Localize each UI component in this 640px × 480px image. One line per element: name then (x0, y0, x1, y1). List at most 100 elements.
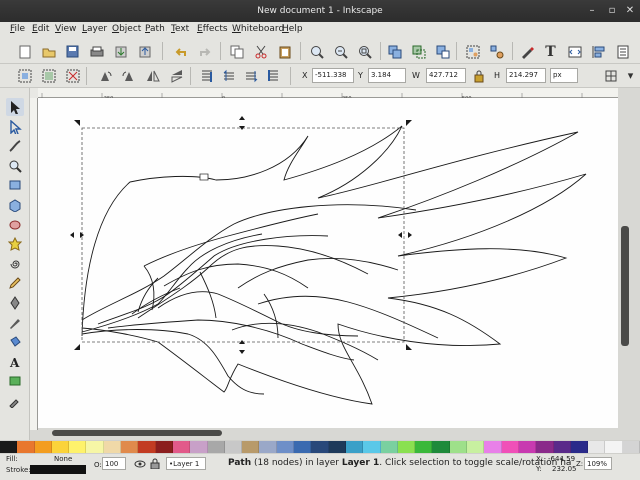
palette-swatch[interactable] (605, 441, 623, 453)
spiral-tool-icon[interactable] (6, 255, 24, 273)
bucket-tool-icon[interactable] (6, 333, 24, 351)
palette-swatch[interactable] (190, 441, 208, 453)
export-icon[interactable] (136, 43, 153, 60)
menu-help[interactable]: Help (282, 24, 303, 34)
import-icon[interactable] (112, 43, 129, 60)
tweak-tool-icon[interactable] (6, 137, 24, 155)
chevron-down-icon[interactable]: ▾ (622, 67, 639, 84)
clone-icon[interactable] (410, 43, 427, 60)
vertical-ruler[interactable] (30, 98, 38, 430)
stroke-swatch[interactable] (30, 465, 86, 474)
palette-swatch[interactable] (155, 441, 173, 453)
menu-layer[interactable]: Layer (82, 24, 107, 34)
selector-tool-icon[interactable] (6, 98, 24, 116)
palette-swatch[interactable] (536, 441, 554, 453)
zoom-page-icon[interactable] (356, 43, 373, 60)
rotate-ccw-icon[interactable] (96, 67, 113, 84)
palette-swatch[interactable] (501, 441, 519, 453)
fill-value[interactable]: None (54, 455, 72, 463)
palette-swatch[interactable] (207, 441, 225, 453)
transform-options-icon[interactable] (602, 67, 619, 84)
redo-icon[interactable] (196, 43, 213, 60)
node-tool-icon[interactable] (6, 118, 24, 136)
duplicate-icon[interactable] (386, 43, 403, 60)
palette-swatch[interactable] (380, 441, 398, 453)
menu-text[interactable]: Text (171, 24, 189, 34)
select-all-layers-icon[interactable] (40, 67, 57, 84)
palette-swatch[interactable] (276, 441, 295, 453)
ellipse-tool-icon[interactable] (6, 216, 24, 234)
palette-swatch[interactable] (121, 441, 139, 453)
menu-object[interactable]: Object (112, 24, 141, 34)
palette-swatch[interactable] (415, 441, 433, 453)
paste-icon[interactable] (276, 43, 293, 60)
zoom-selection-icon[interactable] (308, 43, 325, 60)
palette-swatch[interactable] (259, 441, 277, 453)
scale-handle-e[interactable] (398, 232, 412, 238)
scale-handle-se[interactable] (406, 344, 412, 350)
palette-swatch[interactable] (432, 441, 450, 453)
rotate-cw-icon[interactable] (120, 67, 137, 84)
palette-swatch[interactable] (69, 441, 87, 453)
x-field[interactable]: -511.338 (312, 68, 354, 83)
menu-edit[interactable]: Edit (32, 24, 49, 34)
palette-swatch[interactable] (588, 441, 606, 453)
palette-swatch[interactable] (518, 441, 537, 453)
xml-editor-icon[interactable] (566, 43, 583, 60)
color-palette[interactable] (0, 440, 640, 454)
menu-effects[interactable]: Effects (197, 24, 228, 34)
gradient-tool-icon[interactable] (6, 372, 24, 390)
palette-swatch[interactable] (484, 441, 502, 453)
preferences-icon[interactable] (614, 43, 631, 60)
palette-swatch[interactable] (467, 441, 485, 453)
flip-vertical-icon[interactable] (168, 67, 185, 84)
feather-path[interactable] (81, 125, 587, 405)
3dbox-tool-icon[interactable] (6, 196, 24, 214)
fill-stroke-icon[interactable] (518, 43, 535, 60)
text-tool-icon[interactable]: A (6, 353, 24, 371)
star-tool-icon[interactable] (6, 235, 24, 253)
unlink-clone-icon[interactable] (434, 43, 451, 60)
open-icon[interactable] (40, 43, 57, 60)
menu-whiteboard[interactable]: Whiteboard (232, 24, 284, 34)
layer-lock-icon[interactable] (150, 458, 160, 470)
print-icon[interactable] (88, 43, 105, 60)
raise-to-top-icon[interactable] (198, 67, 215, 84)
lock-icon[interactable] (470, 67, 487, 84)
horizontal-ruler[interactable]: -2500250500 (38, 88, 618, 103)
scale-handle-sw[interactable] (74, 344, 80, 350)
copy-icon[interactable] (228, 43, 245, 60)
palette-swatch[interactable] (397, 441, 416, 453)
dropper-tool-icon[interactable] (6, 392, 24, 410)
save-icon[interactable] (64, 43, 81, 60)
calligraphy-tool-icon[interactable] (6, 314, 24, 332)
align-distribute-icon[interactable] (590, 43, 607, 60)
deselect-icon[interactable] (64, 67, 81, 84)
h-field[interactable]: 214.297 (506, 68, 546, 83)
lower-icon[interactable] (242, 67, 259, 84)
drawing-canvas[interactable] (38, 98, 618, 428)
palette-swatch[interactable] (570, 441, 589, 453)
palette-swatch[interactable] (622, 441, 640, 453)
palette-swatch[interactable] (553, 441, 571, 453)
vertical-scrollbar[interactable] (618, 88, 632, 430)
layer-visibility-icon[interactable] (134, 459, 146, 469)
menu-file[interactable]: File (10, 24, 25, 34)
zoom-field[interactable]: 109% (584, 457, 612, 470)
new-icon[interactable] (16, 43, 33, 60)
w-field[interactable]: 427.712 (426, 68, 466, 83)
palette-swatch[interactable] (86, 441, 104, 453)
lower-to-bottom-icon[interactable] (264, 67, 281, 84)
palette-swatch[interactable] (51, 441, 70, 453)
palette-swatch[interactable] (363, 441, 381, 453)
ungroup-icon[interactable] (488, 43, 505, 60)
group-icon[interactable] (464, 43, 481, 60)
palette-swatch[interactable] (0, 441, 18, 453)
raise-icon[interactable] (220, 67, 237, 84)
palette-swatch[interactable] (449, 441, 468, 453)
vertical-scroll-thumb[interactable] (621, 226, 629, 346)
scale-handle-nw[interactable] (74, 120, 80, 126)
menu-view[interactable]: View (55, 24, 76, 34)
palette-swatch[interactable] (224, 441, 243, 453)
text-font-icon[interactable]: T (542, 43, 559, 60)
